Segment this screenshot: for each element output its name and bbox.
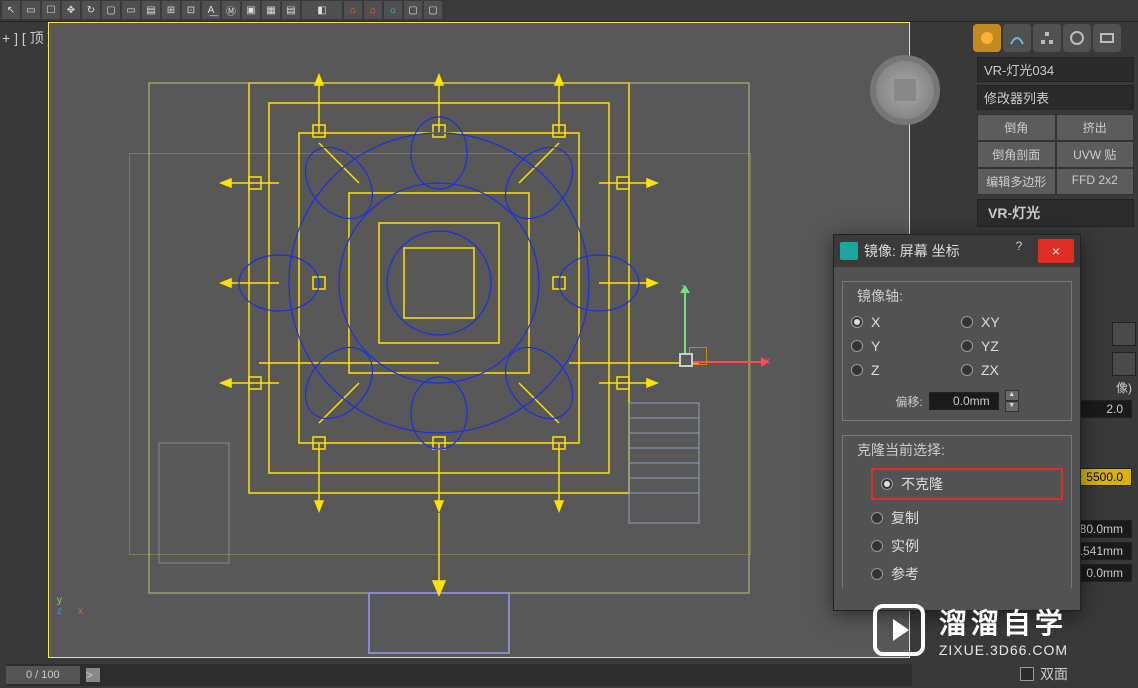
modifier-button[interactable]: 编辑多边形	[977, 168, 1056, 195]
mirror-dialog: 镜像: 屏幕 坐标 ? × 镜像轴: X XY Y YZ Z ZX 偏移: 0.…	[833, 234, 1081, 611]
radio-axis-yz[interactable]: YZ	[961, 338, 1063, 354]
tool-icon[interactable]: ▢	[424, 1, 442, 19]
tool-icon[interactable]: ▭	[122, 1, 140, 19]
tool-icon[interactable]: Ⓜ	[222, 1, 240, 19]
tool-icon[interactable]: ⊡	[182, 1, 200, 19]
panel-tabs	[973, 24, 1138, 54]
tool-icon[interactable]: ↻	[82, 1, 100, 19]
radio-axis-z[interactable]: Z	[851, 362, 953, 378]
object-name-field[interactable]: VR-灯光034	[977, 57, 1134, 82]
tool-icon[interactable]: ▤	[142, 1, 160, 19]
tab-modify[interactable]	[1003, 24, 1031, 52]
radio-clone-none[interactable]: 不克隆	[881, 474, 943, 494]
modifier-button[interactable]: 倒角剖面	[977, 141, 1056, 168]
offset-spinner[interactable]: 0.0mm	[929, 392, 999, 410]
highlight-box: 不克隆	[871, 468, 1063, 500]
tool-icon[interactable]: ▢	[102, 1, 120, 19]
help-button[interactable]: ?	[1006, 239, 1032, 263]
play-icon	[873, 604, 925, 656]
dialog-title-text: 镜像: 屏幕 坐标	[864, 241, 1000, 261]
param-spinner[interactable]: 0.0mm	[1072, 564, 1132, 582]
modifier-button[interactable]: 挤出	[1056, 114, 1135, 141]
offset-label: 偏移:	[895, 393, 922, 410]
watermark-text: 溜溜自学	[939, 602, 1068, 642]
mirror-axis-group: 镜像轴: X XY Y YZ Z ZX 偏移: 0.0mm ▲▼	[842, 281, 1072, 421]
watermark: 溜溜自学 ZIXUE.3D66.COM	[873, 602, 1068, 658]
viewport-top-wireframe[interactable]: x z y z x	[48, 22, 910, 658]
watermark-url: ZIXUE.3D66.COM	[939, 642, 1068, 658]
tool-icon[interactable]: ◧	[302, 1, 342, 19]
tool-icon[interactable]: A͟	[202, 1, 220, 19]
axis-tripod: y z x	[57, 595, 83, 617]
group-label: 镜像轴:	[853, 286, 907, 306]
tool-icon[interactable]: ▤	[282, 1, 300, 19]
radio-axis-y[interactable]: Y	[851, 338, 953, 354]
tab-hierarchy[interactable]	[1033, 24, 1061, 52]
radio-clone-instance[interactable]: 实例	[871, 536, 1063, 556]
radio-clone-copy[interactable]: 复制	[871, 508, 1063, 528]
tool-icon[interactable]: ⊞	[162, 1, 180, 19]
modifier-button[interactable]: FFD 2x2	[1056, 168, 1135, 195]
tool-icon[interactable]: ⌂	[344, 1, 362, 19]
tool-icon[interactable]: ✥	[62, 1, 80, 19]
tab-create[interactable]	[973, 24, 1001, 52]
main-toolbar: ↖ ▭ ☐ ✥ ↻ ▢ ▭ ▤ ⊞ ⊡ A͟ Ⓜ ▣ ▦ ▤ ◧ ⌂ ⌂ ☼ ▢…	[0, 0, 1138, 22]
param-spinner[interactable]: 2.0	[1072, 400, 1132, 418]
stack-tool-icon[interactable]	[1112, 352, 1136, 376]
slider-thumb[interactable]: >	[86, 668, 100, 682]
param-label: 像)	[1116, 379, 1132, 396]
modifier-button[interactable]: UVW 贴	[1056, 141, 1135, 168]
viewcube[interactable]	[870, 55, 940, 125]
tool-icon[interactable]: ▦	[262, 1, 280, 19]
radio-axis-zx[interactable]: ZX	[961, 362, 1063, 378]
frame-readout: 0 / 100	[6, 666, 80, 684]
clone-group: 克隆当前选择: 不克隆 复制 实例 参考	[842, 435, 1072, 588]
modifier-button[interactable]: 倒角	[977, 114, 1056, 141]
radio-axis-xy[interactable]: XY	[961, 314, 1063, 330]
radio-clone-reference[interactable]: 参考	[871, 564, 1063, 584]
tool-icon[interactable]: ⌂	[364, 1, 382, 19]
viewcube-face[interactable]	[892, 77, 918, 103]
tool-icon[interactable]: ▭	[22, 1, 40, 19]
tool-icon[interactable]: ▢	[404, 1, 422, 19]
group-label: 克隆当前选择:	[853, 440, 949, 460]
radio-axis-x[interactable]: X	[851, 314, 953, 330]
tool-icon[interactable]: ☼	[384, 1, 402, 19]
stack-tool-icon[interactable]	[1112, 322, 1136, 346]
param-spinner[interactable]: 5500.0	[1072, 468, 1132, 486]
spinner-arrows[interactable]: ▲▼	[1005, 390, 1019, 412]
modifier-list-dropdown[interactable]: 修改器列表	[977, 85, 1134, 110]
app-icon	[840, 242, 858, 260]
double-sided-checkbox[interactable]: 双面	[1020, 664, 1068, 684]
tool-icon[interactable]: ▣	[242, 1, 260, 19]
tab-motion[interactable]	[1063, 24, 1091, 52]
tool-icon[interactable]: ↖	[2, 1, 20, 19]
time-slider[interactable]: 0 / 100 >	[6, 664, 912, 686]
modifier-stack-item[interactable]: VR-灯光	[977, 199, 1134, 227]
dialog-titlebar[interactable]: 镜像: 屏幕 坐标 ? ×	[834, 235, 1080, 267]
close-button[interactable]: ×	[1038, 239, 1074, 263]
tool-icon[interactable]: ☐	[42, 1, 60, 19]
tab-display[interactable]	[1093, 24, 1121, 52]
